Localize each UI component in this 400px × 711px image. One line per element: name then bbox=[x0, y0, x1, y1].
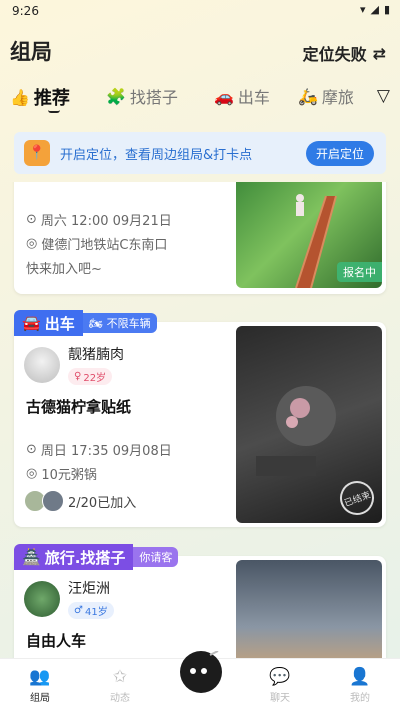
place-text: 10元粥锅 bbox=[41, 468, 97, 483]
chat-icon: 💬 bbox=[269, 667, 291, 687]
wifi-icon: ▾ bbox=[359, 3, 366, 16]
nav-chat[interactable]: 💬 聊天 bbox=[255, 667, 305, 704]
status-icons: ▾ ◢ ▮ bbox=[360, 3, 390, 16]
car-icon: 🚘 bbox=[22, 314, 41, 332]
category-tabs: 👍 推荐 🧩 找搭子 🚗 出车 🛵 摩旅 ▽ bbox=[0, 84, 400, 124]
location-label: 定位失败 bbox=[302, 45, 367, 64]
switch-icon: ⇄ bbox=[372, 43, 386, 63]
card-category-tag: 🏯 旅行.找搭子 你请客 bbox=[14, 544, 179, 570]
nav-label: 我的 bbox=[350, 693, 370, 704]
clock-icon: ⊙ bbox=[26, 442, 37, 457]
author-name: 靓猪腩肉 bbox=[68, 347, 124, 363]
status-time: 9:26 bbox=[12, 4, 39, 18]
tab-label: 摩旅 bbox=[321, 88, 354, 107]
star-icon: ✩ bbox=[112, 667, 128, 687]
clock-icon: ⊙ bbox=[26, 212, 37, 227]
card-title: 古德猫柠拿贴纸 bbox=[26, 398, 132, 416]
joined-count: 2/20已加入 bbox=[68, 495, 137, 511]
tag-sub-label: 你请客 bbox=[139, 551, 173, 564]
author-name: 汪炬洲 bbox=[68, 581, 110, 597]
location-pin-icon: 📍 bbox=[24, 140, 50, 166]
location-icon: ◎ bbox=[26, 236, 38, 251]
datetime-text: 周日 17:35 09月08日 bbox=[40, 444, 172, 459]
joined-members[interactable]: 2/20已加入 bbox=[24, 490, 136, 512]
card-category-tag: 🚘 出车 🏍 不限车辆 bbox=[14, 310, 157, 336]
activity-feed[interactable]: ⊙ 周六 12:00 09月21日 ◎ 健德门地铁站C东南口 快来加入吧~ 报名… bbox=[0, 182, 400, 658]
tab-moto-travel[interactable]: 🛵 摩旅 bbox=[298, 84, 354, 108]
tag-main: 🏯 旅行.找搭子 bbox=[14, 544, 134, 570]
card-photo: 已结束 bbox=[236, 326, 382, 523]
male-icon: ♂ bbox=[74, 605, 83, 616]
card-author[interactable]: 靓猪腩肉 ♀ 22岁 bbox=[24, 344, 124, 385]
building-icon: 🏯 bbox=[22, 548, 41, 566]
card-author[interactable]: 汪炬洲 ♂ 41岁 bbox=[24, 578, 114, 619]
age-text: 22岁 bbox=[83, 373, 107, 384]
tab-label: 找搭子 bbox=[129, 88, 178, 107]
header: 组局 定位失败 ⇄ bbox=[0, 36, 400, 70]
banner-text: 开启定位，查看周边组局&打卡点 bbox=[60, 147, 253, 163]
place-text: 健德门地铁站C东南口 bbox=[41, 238, 168, 253]
profile-icon: 👤 bbox=[349, 667, 371, 687]
page-title: 组局 bbox=[10, 40, 52, 64]
signup-status-badge: 报名中 bbox=[337, 262, 382, 282]
nav-profile[interactable]: 👤 我的 bbox=[335, 667, 385, 704]
scooter-icon: 🛵 bbox=[298, 86, 318, 106]
member-avatar bbox=[42, 490, 64, 512]
age-badge: ♀ 22岁 bbox=[68, 368, 113, 385]
nav-label: 动态 bbox=[110, 693, 130, 704]
tab-label: 推荐 bbox=[33, 88, 70, 109]
card-desc: 快来加入吧~ bbox=[26, 258, 102, 277]
signal-icon: ◢ bbox=[370, 3, 379, 16]
tag-label: 旅行.找搭子 bbox=[44, 548, 126, 567]
status-bar: 9:26 ▾ ◢ ▮ bbox=[0, 0, 400, 24]
card-datetime: ⊙ 周六 12:00 09月21日 bbox=[26, 210, 172, 229]
stamp-text: 已结束 bbox=[343, 490, 372, 509]
bomb-icon bbox=[190, 650, 219, 674]
tag-sub: 🏍 不限车辆 bbox=[82, 313, 157, 333]
group-icon: 👥 bbox=[29, 667, 51, 687]
age-text: 41岁 bbox=[84, 607, 108, 618]
bottom-nav: 👥 组局 ✩ 动态 💬 聊天 👤 我的 bbox=[0, 650, 400, 711]
card-place: ◎ 健德门地铁站C东南口 bbox=[26, 234, 167, 253]
tab-drive[interactable]: 🚗 出车 bbox=[214, 84, 270, 108]
nav-group[interactable]: 👥 组局 bbox=[15, 667, 65, 704]
desc-text: 快来加入吧~ bbox=[26, 262, 102, 277]
female-icon: ♀ bbox=[74, 371, 82, 382]
nav-moments[interactable]: ✩ 动态 bbox=[95, 667, 145, 704]
battery-icon: ▮ bbox=[383, 3, 390, 16]
puzzle-icon: 🧩 bbox=[106, 86, 126, 106]
tag-label: 出车 bbox=[44, 314, 75, 333]
nav-label: 组局 bbox=[30, 693, 50, 704]
enable-location-button[interactable]: 开启定位 bbox=[305, 141, 374, 166]
datetime-text: 周六 12:00 09月21日 bbox=[40, 214, 172, 229]
activity-card[interactable]: 🚘 出车 🏍 不限车辆 靓猪腩肉 ♀ 22岁 古德猫柠拿贴纸 ⊙ 周日 17:3… bbox=[14, 310, 386, 527]
tab-active-indicator bbox=[48, 110, 60, 113]
card-photo bbox=[236, 560, 382, 658]
filter-icon[interactable]: ▽ bbox=[377, 86, 390, 106]
thumbs-up-icon: 👍 bbox=[10, 87, 30, 107]
tag-main: 🚘 出车 bbox=[14, 310, 83, 336]
location-switcher[interactable]: 定位失败 ⇄ bbox=[303, 41, 386, 65]
nav-label: 聊天 bbox=[270, 693, 290, 704]
tag-sub: 你请客 bbox=[133, 547, 179, 567]
tab-label: 出车 bbox=[237, 88, 270, 107]
create-button[interactable] bbox=[180, 650, 222, 693]
avatar[interactable] bbox=[24, 346, 60, 383]
car-icon: 🚗 bbox=[214, 86, 234, 106]
card-photo: 报名中 bbox=[236, 182, 382, 288]
activity-card[interactable]: 🏯 旅行.找搭子 你请客 汪炬洲 ♂ 41岁 自由人车 bbox=[14, 544, 386, 658]
card-title: 自由人车 bbox=[26, 632, 87, 650]
card-place: ◎ 10元粥锅 bbox=[26, 464, 97, 483]
card-datetime: ⊙ 周日 17:35 09月08日 bbox=[26, 440, 172, 459]
location-banner: 📍 开启定位，查看周边组局&打卡点 开启定位 bbox=[14, 132, 386, 174]
tab-recommend[interactable]: 👍 推荐 bbox=[10, 84, 70, 110]
age-badge: ♂ 41岁 bbox=[68, 602, 114, 619]
activity-card[interactable]: ⊙ 周六 12:00 09月21日 ◎ 健德门地铁站C东南口 快来加入吧~ 报名… bbox=[14, 182, 386, 294]
tab-find-partner[interactable]: 🧩 找搭子 bbox=[106, 84, 178, 108]
motorcycle-icon: 🏍 bbox=[88, 316, 103, 330]
tag-sub-label: 不限车辆 bbox=[106, 317, 151, 330]
avatar[interactable] bbox=[24, 580, 60, 617]
location-icon: ◎ bbox=[26, 466, 38, 481]
